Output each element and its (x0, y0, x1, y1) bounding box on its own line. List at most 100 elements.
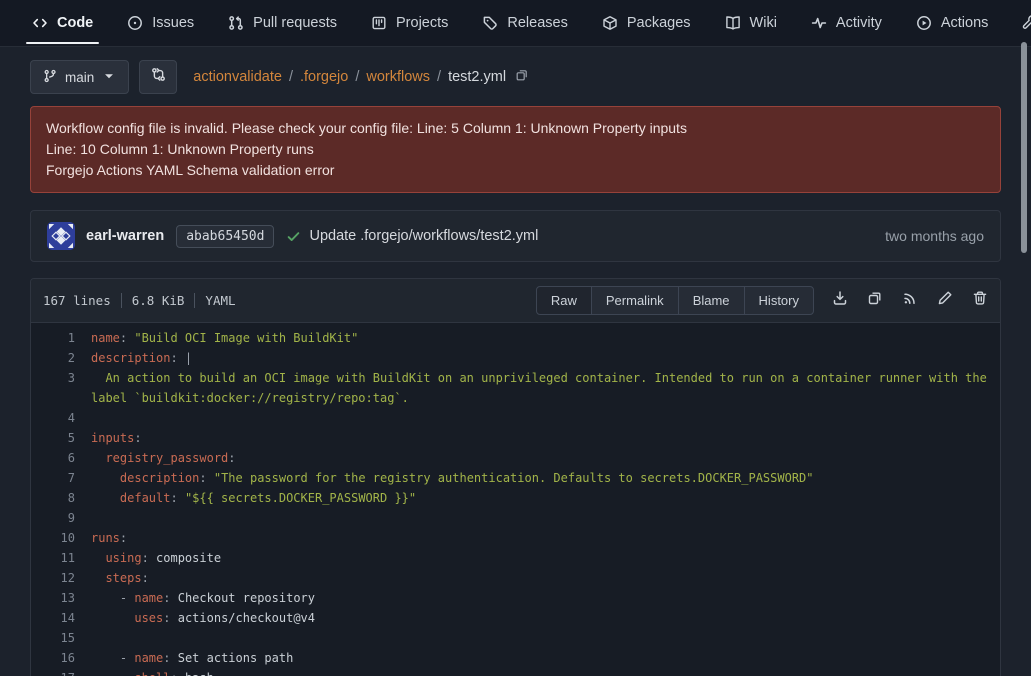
pulse-icon (811, 15, 827, 31)
breadcrumb-segment-actionvalidate[interactable]: actionvalidate (193, 69, 282, 85)
breadcrumb-segment-test2-yml: test2.yml (448, 69, 506, 85)
file-meta: 167 lines 6.8 KiB YAML (43, 293, 236, 308)
line-number[interactable]: 12 (31, 568, 91, 588)
line-content: runs: (91, 528, 1000, 548)
code-line: 13 - name: Checkout repository (31, 588, 1000, 608)
line-content: shell: bash (91, 668, 1000, 676)
code-line: 15 (31, 628, 1000, 648)
tab-activity[interactable]: Activity (809, 0, 884, 46)
code-icon (32, 15, 48, 31)
scrollbar-track[interactable] (1019, 0, 1031, 676)
line-number[interactable]: 13 (31, 588, 91, 608)
file-card: 167 lines 6.8 KiB YAML RawPermalinkBlame… (30, 278, 1001, 676)
scrollbar-thumb[interactable] (1021, 42, 1027, 253)
line-number[interactable]: 4 (31, 408, 91, 428)
code-line: 17 shell: bash (31, 668, 1000, 676)
line-number[interactable]: 8 (31, 488, 91, 508)
copy-path-button[interactable] (515, 68, 529, 87)
tab-label-wiki: Wiki (750, 15, 777, 31)
commit-hash[interactable]: abab65450d (176, 225, 274, 248)
tab-code[interactable]: Code (30, 0, 95, 46)
commit-author[interactable]: earl-warren (86, 228, 164, 244)
tab-projects[interactable]: Projects (369, 0, 450, 46)
code-line: 1name: "Build OCI Image with BuildKit" (31, 328, 1000, 348)
line-content: name: "Build OCI Image with BuildKit" (91, 328, 1000, 348)
meta-divider (121, 293, 122, 308)
avatar[interactable] (47, 222, 75, 250)
line-number[interactable]: 9 (31, 508, 91, 528)
line-content: An action to build an OCI image with Bui… (91, 368, 1000, 408)
tag-icon (482, 15, 498, 31)
copy-icon (867, 290, 883, 311)
compare-button[interactable] (139, 60, 177, 94)
code-line: 11 using: composite (31, 548, 1000, 568)
line-number[interactable]: 2 (31, 348, 91, 368)
code-line: 14 uses: actions/checkout@v4 (31, 608, 1000, 628)
tab-label-projects: Projects (396, 15, 448, 31)
line-number[interactable]: 17 (31, 668, 91, 676)
history-button[interactable]: History (744, 286, 814, 315)
tab-wiki[interactable]: Wiki (723, 0, 779, 46)
branch-icon (43, 69, 57, 86)
blame-button[interactable]: Blame (678, 286, 745, 315)
edit-button[interactable] (937, 290, 953, 311)
commit-message[interactable]: Update .forgejo/workflows/test2.yml (309, 228, 538, 244)
line-content (91, 508, 1000, 528)
line-content: using: composite (91, 548, 1000, 568)
permalink-button[interactable]: Permalink (591, 286, 679, 315)
breadcrumb-segment--forgejo[interactable]: .forgejo (300, 69, 348, 85)
copy-icon (515, 68, 529, 87)
download-icon (832, 290, 848, 311)
project-icon (371, 15, 387, 31)
code-line: 5inputs: (31, 428, 1000, 448)
file-language: YAML (205, 293, 235, 308)
line-number[interactable]: 3 (31, 368, 91, 408)
code-line: 7 description: "The password for the reg… (31, 468, 1000, 488)
line-content: - name: Checkout repository (91, 588, 1000, 608)
line-content (91, 408, 1000, 428)
error-line: Workflow config file is invalid. Please … (46, 118, 985, 139)
delete-button[interactable] (972, 290, 988, 311)
tab-releases[interactable]: Releases (480, 0, 569, 46)
line-number[interactable]: 6 (31, 448, 91, 468)
code-line: 12 steps: (31, 568, 1000, 588)
tab-pull-requests[interactable]: Pull requests (226, 0, 339, 46)
line-content: description: | (91, 348, 1000, 368)
line-number[interactable]: 15 (31, 628, 91, 648)
check-icon[interactable] (286, 229, 301, 244)
line-number[interactable]: 16 (31, 648, 91, 668)
breadcrumb-separator: / (437, 69, 441, 85)
page-content: main actionvalidate/.forgejo/workflows/t… (30, 59, 1001, 676)
issue-icon (127, 15, 143, 31)
tab-actions[interactable]: Actions (914, 0, 991, 46)
line-number[interactable]: 11 (31, 548, 91, 568)
line-number[interactable]: 1 (31, 328, 91, 348)
rss-feed-button[interactable] (902, 290, 918, 311)
file-lines-count: 167 lines (43, 293, 111, 308)
code-line: 8 default: "${{ secrets.DOCKER_PASSWORD … (31, 488, 1000, 508)
pencil-icon (937, 290, 953, 311)
download-button[interactable] (832, 290, 848, 311)
book-icon (725, 15, 741, 31)
line-content: steps: (91, 568, 1000, 588)
line-content: uses: actions/checkout@v4 (91, 608, 1000, 628)
file-view-buttons: RawPermalinkBlameHistory (536, 286, 814, 315)
workflow-error-alert: Workflow config file is invalid. Please … (30, 106, 1001, 193)
compare-icon (151, 67, 166, 87)
copy-content-button[interactable] (867, 290, 883, 311)
tab-label-activity: Activity (836, 15, 882, 31)
raw-button[interactable]: Raw (536, 286, 592, 315)
line-number[interactable]: 10 (31, 528, 91, 548)
line-number[interactable]: 7 (31, 468, 91, 488)
branch-selector[interactable]: main (30, 60, 129, 94)
tab-label-issues: Issues (152, 15, 194, 31)
code-line: 4 (31, 408, 1000, 428)
line-number[interactable]: 14 (31, 608, 91, 628)
repo-nav: Code Issues Pull requests Projects Releases P… (0, 0, 1031, 47)
line-number[interactable]: 5 (31, 428, 91, 448)
file-size: 6.8 KiB (132, 293, 185, 308)
tab-packages[interactable]: Packages (600, 0, 693, 46)
tab-issues[interactable]: Issues (125, 0, 196, 46)
breadcrumb-segment-workflows[interactable]: workflows (366, 69, 430, 85)
caret-down-icon (102, 69, 116, 86)
